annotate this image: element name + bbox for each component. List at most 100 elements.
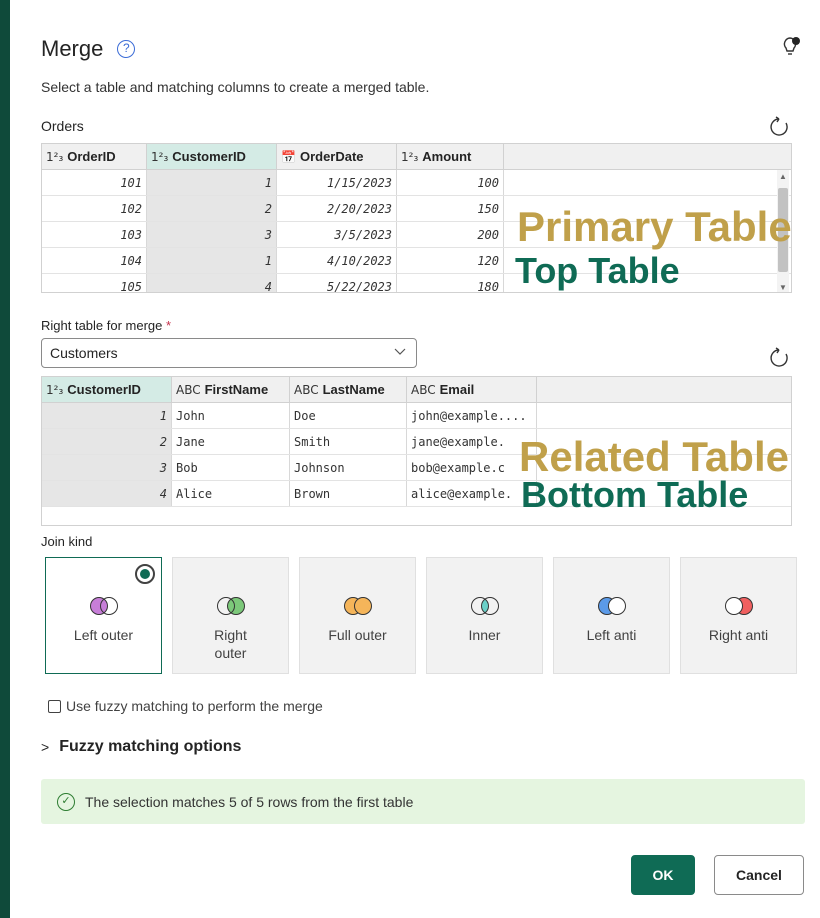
- cell: 4/10/2023: [277, 248, 397, 273]
- fuzzy-matching-options-label: Fuzzy matching options: [59, 738, 242, 755]
- column-label: CustomerID: [67, 382, 141, 397]
- join-option-left-outer[interactable]: Left outer: [45, 557, 162, 674]
- right-table-header: 1²₃ CustomerID ABC FirstName ABC LastNam…: [42, 377, 791, 403]
- cell: alice@example.: [407, 481, 537, 506]
- fuzzy-matching-checkbox-label: Use fuzzy matching to perform the merge: [66, 698, 323, 714]
- join-option-right-anti[interactable]: Right anti: [680, 557, 797, 674]
- column-label: OrderDate: [299, 149, 364, 164]
- refresh-icon[interactable]: [768, 347, 790, 369]
- cell: 200: [397, 222, 504, 247]
- cell: 3/5/2023: [277, 222, 397, 247]
- top-table-name: Orders: [41, 118, 84, 134]
- chevron-down-icon: [394, 348, 406, 355]
- column-header-firstname[interactable]: ABC FirstName: [172, 377, 290, 402]
- right-table-label: Right table for merge *: [41, 318, 171, 333]
- ok-button[interactable]: OK: [631, 855, 695, 895]
- cell: 2/20/2023: [277, 196, 397, 221]
- venn-right-anti-icon: [724, 597, 753, 615]
- cell: 105: [42, 274, 147, 292]
- venn-left-outer-icon: [89, 597, 118, 615]
- column-header-amount[interactable]: 1²₃ Amount: [397, 144, 504, 169]
- match-status-text: The selection matches 5 of 5 rows from t…: [85, 793, 414, 810]
- cell: Doe: [290, 403, 407, 428]
- cell: 103: [42, 222, 147, 247]
- join-option-full-outer[interactable]: Full outer: [299, 557, 416, 674]
- overlay-top-table: Top Table: [515, 250, 680, 291]
- cell: Smith: [290, 429, 407, 454]
- table-row: 1 John Doe john@example....: [42, 403, 791, 429]
- cancel-button[interactable]: Cancel: [714, 855, 804, 895]
- fuzzy-matching-options-expander[interactable]: > Fuzzy matching options: [41, 738, 241, 756]
- dialog-title: Merge: [41, 36, 104, 61]
- join-option-label: Left anti: [586, 627, 637, 643]
- column-header-customerid[interactable]: 1²₃ CustomerID: [147, 144, 277, 169]
- join-option-label: Left outer: [73, 627, 134, 643]
- number-type-icon: 1²₃: [46, 382, 64, 397]
- join-option-left-anti[interactable]: Left anti: [553, 557, 670, 674]
- refresh-icon[interactable]: [768, 116, 790, 138]
- venn-full-outer-icon: [343, 597, 372, 615]
- cell: bob@example.c: [407, 455, 537, 480]
- scroll-down-icon[interactable]: ▼: [777, 283, 789, 292]
- calendar-type-icon: 📅: [281, 149, 296, 164]
- cell: Bob: [172, 455, 290, 480]
- overlay-primary-table: Primary Table: [517, 203, 792, 250]
- fuzzy-matching-checkbox[interactable]: [48, 699, 61, 713]
- cell: 102: [42, 196, 147, 221]
- text-type-icon: ABC: [294, 382, 319, 397]
- scroll-up-icon[interactable]: ▲: [777, 172, 789, 181]
- number-type-icon: 1²₃: [151, 149, 169, 164]
- right-table-select-value: Customers: [50, 345, 118, 361]
- fuzzy-matching-checkbox-row[interactable]: Use fuzzy matching to perform the merge: [48, 698, 323, 714]
- cell: 120: [397, 248, 504, 273]
- column-header-lastname[interactable]: ABC LastName: [290, 377, 407, 402]
- match-status-bar: ✓ The selection matches 5 of 5 rows from…: [41, 779, 805, 824]
- cell: Alice: [172, 481, 290, 506]
- column-label: LastName: [322, 382, 385, 397]
- venn-right-outer-icon: [216, 597, 245, 615]
- join-kind-label: Join kind: [41, 534, 93, 549]
- column-header-orderid[interactable]: 1²₃ OrderID: [42, 144, 147, 169]
- cell: 2: [42, 429, 172, 454]
- right-table-label-text: Right table for merge: [41, 318, 163, 333]
- cell: 180: [397, 274, 504, 292]
- cell: 4: [147, 274, 277, 292]
- cell: 1/15/2023: [277, 170, 397, 195]
- text-type-icon: ABC: [411, 382, 436, 397]
- cell: John: [172, 403, 290, 428]
- right-table-select[interactable]: Customers: [41, 338, 417, 368]
- column-label: Email: [439, 382, 475, 397]
- column-label: CustomerID: [172, 149, 246, 164]
- column-label: FirstName: [204, 382, 269, 397]
- join-option-inner[interactable]: Inner: [426, 557, 543, 674]
- overlay-bottom-table: Bottom Table: [521, 474, 749, 515]
- venn-inner-icon: [470, 597, 499, 615]
- join-option-label: Right outer: [214, 627, 247, 661]
- title-row: Merge ?: [41, 36, 136, 62]
- column-header-orderdate[interactable]: 📅 OrderDate: [277, 144, 397, 169]
- cell: 3: [42, 455, 172, 480]
- check-circle-icon: ✓: [57, 792, 75, 811]
- column-header-customerid[interactable]: 1²₃ CustomerID: [42, 377, 172, 402]
- text-type-icon: ABC: [176, 382, 201, 397]
- join-option-label: Inner: [468, 627, 501, 643]
- top-table-header: 1²₃ OrderID 1²₃ CustomerID 📅 OrderDate 1…: [42, 144, 791, 170]
- number-type-icon: 1²₃: [46, 149, 64, 164]
- cell: Brown: [290, 481, 407, 506]
- lightbulb-icon[interactable]: [782, 36, 802, 58]
- cell: 104: [42, 248, 147, 273]
- venn-left-anti-icon: [597, 597, 626, 615]
- join-option-label: Full outer: [328, 627, 387, 643]
- column-header-email[interactable]: ABC Email: [407, 377, 537, 402]
- help-icon[interactable]: ?: [117, 40, 136, 58]
- cell: 100: [397, 170, 504, 195]
- join-option-right-outer[interactable]: Right outer: [172, 557, 289, 674]
- number-type-icon: 1²₃: [401, 149, 419, 164]
- cell: 4: [42, 481, 172, 506]
- column-label: Amount: [422, 149, 472, 164]
- cell: jane@example.: [407, 429, 537, 454]
- column-label: OrderID: [67, 149, 116, 164]
- cell: 150: [397, 196, 504, 221]
- table-row: 101 1 1/15/2023 100: [42, 170, 791, 196]
- radio-selected-icon: [135, 564, 155, 584]
